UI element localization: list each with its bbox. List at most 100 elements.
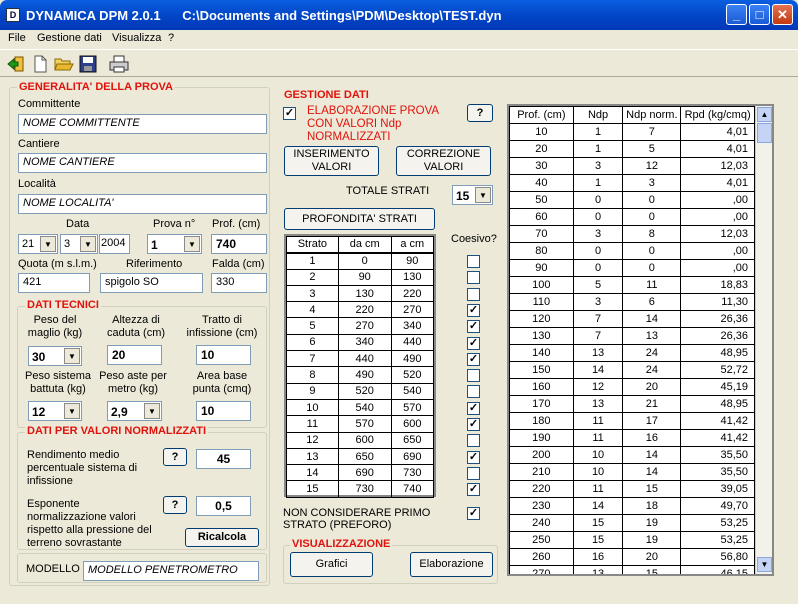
- esponente-help-button[interactable]: ?: [163, 496, 187, 514]
- strato-cell[interactable]: 8: [286, 366, 339, 384]
- prof-cell[interactable]: 16: [572, 548, 624, 566]
- peso-aste-select[interactable]: 2,9 ▼: [107, 401, 162, 421]
- strato-row[interactable]: 8 490 520: [286, 366, 435, 384]
- falda-field[interactable]: 330: [211, 273, 267, 293]
- prof-cell[interactable]: 15: [622, 565, 682, 574]
- prof-cell[interactable]: 50: [509, 191, 574, 209]
- prof-cell[interactable]: 7: [572, 327, 624, 345]
- prof-cell[interactable]: 120: [509, 310, 574, 328]
- prof-cell[interactable]: 11: [622, 276, 682, 294]
- area-field[interactable]: 10: [196, 401, 251, 421]
- prof-cell[interactable]: 140: [509, 344, 574, 362]
- prof-cell[interactable]: 19: [622, 514, 682, 532]
- prof-cell[interactable]: 3: [572, 157, 624, 175]
- prof-cell[interactable]: 210: [509, 463, 574, 481]
- chevron-down-icon[interactable]: ▼: [64, 348, 80, 364]
- coesivo-checkbox[interactable]: [467, 287, 480, 301]
- prof-cell[interactable]: 8: [622, 225, 682, 243]
- open-folder-icon[interactable]: [53, 53, 75, 75]
- prof-cell[interactable]: 100: [509, 276, 574, 294]
- prof-cell[interactable]: 60: [509, 208, 574, 226]
- prof-cell[interactable]: 19: [622, 531, 682, 549]
- prof-cell[interactable]: 35,50: [680, 463, 755, 481]
- prof-cell[interactable]: 15: [572, 514, 624, 532]
- coesivo-checkbox[interactable]: ✓: [467, 303, 480, 317]
- prof-row[interactable]: 220 11 15 39,05: [509, 480, 755, 498]
- prof-cell[interactable]: 180: [509, 412, 574, 430]
- prof-cell[interactable]: 3: [572, 293, 624, 311]
- strato-cell[interactable]: 3: [286, 284, 339, 303]
- profondita-strati-button[interactable]: PROFONDITA' STRATI: [284, 208, 435, 230]
- new-file-icon[interactable]: [29, 53, 51, 75]
- riferimento-field[interactable]: spigolo SO: [100, 273, 203, 293]
- peso-maglio-select[interactable]: 30 ▼: [28, 346, 82, 366]
- prof-cell[interactable]: 10: [572, 463, 624, 481]
- strato-cell[interactable]: 690: [337, 464, 392, 482]
- prof-cell[interactable]: 260: [509, 548, 574, 566]
- strato-row[interactable]: 14 690 730: [286, 464, 435, 482]
- prof-cell[interactable]: 90: [509, 259, 574, 277]
- scroll-up-icon[interactable]: ▲: [757, 107, 772, 122]
- strato-cell[interactable]: 15: [286, 480, 339, 498]
- prof-cell[interactable]: 41,42: [680, 412, 755, 430]
- prof-cell[interactable]: 45,19: [680, 378, 755, 396]
- elaborazione-checkbox[interactable]: ✓: [283, 107, 296, 120]
- prof-cell[interactable]: 0: [572, 208, 624, 226]
- strato-cell[interactable]: 730: [390, 464, 435, 482]
- prof-cell[interactable]: 20: [622, 378, 682, 396]
- prof-cell[interactable]: 15: [622, 480, 682, 498]
- strato-cell[interactable]: 10: [286, 398, 339, 417]
- strato-cell[interactable]: 730: [337, 480, 392, 498]
- strato-row[interactable]: 3 130 220: [286, 284, 435, 303]
- prof-cell[interactable]: 10: [509, 123, 574, 141]
- prof-cell[interactable]: 13: [572, 344, 624, 362]
- prof-cell[interactable]: 1: [572, 174, 624, 192]
- prof-cell[interactable]: ,00: [680, 259, 755, 277]
- strato-cell[interactable]: 650: [337, 447, 392, 466]
- prof-cell[interactable]: 80: [509, 242, 574, 260]
- prof-cell[interactable]: 13: [622, 327, 682, 345]
- prof-cell[interactable]: 190: [509, 429, 574, 447]
- prof-cell[interactable]: 1: [572, 140, 624, 158]
- prof-cell[interactable]: 53,25: [680, 514, 755, 532]
- scroll-thumb[interactable]: [757, 123, 772, 143]
- prof-cell[interactable]: 4,01: [680, 174, 755, 192]
- rendimento-field[interactable]: 45: [196, 449, 251, 469]
- strato-cell[interactable]: 520: [337, 382, 392, 400]
- prof-cell[interactable]: 18,83: [680, 276, 755, 294]
- strato-cell[interactable]: 220: [390, 284, 435, 303]
- prof-row[interactable]: 130 7 13 26,36: [509, 327, 755, 345]
- prof-cell[interactable]: 26,36: [680, 327, 755, 345]
- prof-cell[interactable]: 1: [572, 123, 624, 141]
- chevron-down-icon[interactable]: ▼: [144, 403, 160, 419]
- prof-cell[interactable]: 11: [572, 429, 624, 447]
- prova-select[interactable]: 1 ▼: [147, 234, 202, 254]
- totale-strati-select[interactable]: 15 ▼: [452, 185, 493, 205]
- strato-cell[interactable]: 5: [286, 317, 339, 335]
- strato-cell[interactable]: 12: [286, 431, 339, 449]
- non-considerare-checkbox[interactable]: ✓: [467, 507, 480, 520]
- strato-cell[interactable]: 570: [390, 398, 435, 417]
- strato-cell[interactable]: 9: [286, 382, 339, 400]
- prof-cell[interactable]: 110: [509, 293, 574, 311]
- prof-cell[interactable]: 41,42: [680, 429, 755, 447]
- prof-cell[interactable]: 39,05: [680, 480, 755, 498]
- prof-cell[interactable]: 7: [622, 123, 682, 141]
- strato-cell[interactable]: 14: [286, 464, 339, 482]
- prof-cell[interactable]: 20: [509, 140, 574, 158]
- prof-row[interactable]: 110 3 6 11,30: [509, 293, 755, 311]
- prof-cell[interactable]: 220: [509, 480, 574, 498]
- inserimento-valori-button[interactable]: INSERIMENTO VALORI: [284, 146, 379, 176]
- prof-cell[interactable]: 0: [572, 191, 624, 209]
- strato-cell[interactable]: 220: [337, 301, 392, 319]
- prof-row[interactable]: 250 15 19 53,25: [509, 531, 755, 549]
- cantiere-field[interactable]: NOME CANTIERE: [18, 153, 267, 173]
- chevron-down-icon[interactable]: ▼: [184, 236, 200, 252]
- prof-cell[interactable]: 12,03: [680, 225, 755, 243]
- esponente-field[interactable]: 0,5: [196, 496, 251, 516]
- prof-cell[interactable]: 0: [622, 191, 682, 209]
- coesivo-checkbox[interactable]: [467, 369, 480, 383]
- strato-cell[interactable]: 490: [390, 350, 435, 368]
- strato-cell[interactable]: 90: [390, 252, 435, 270]
- exit-icon[interactable]: [5, 53, 27, 75]
